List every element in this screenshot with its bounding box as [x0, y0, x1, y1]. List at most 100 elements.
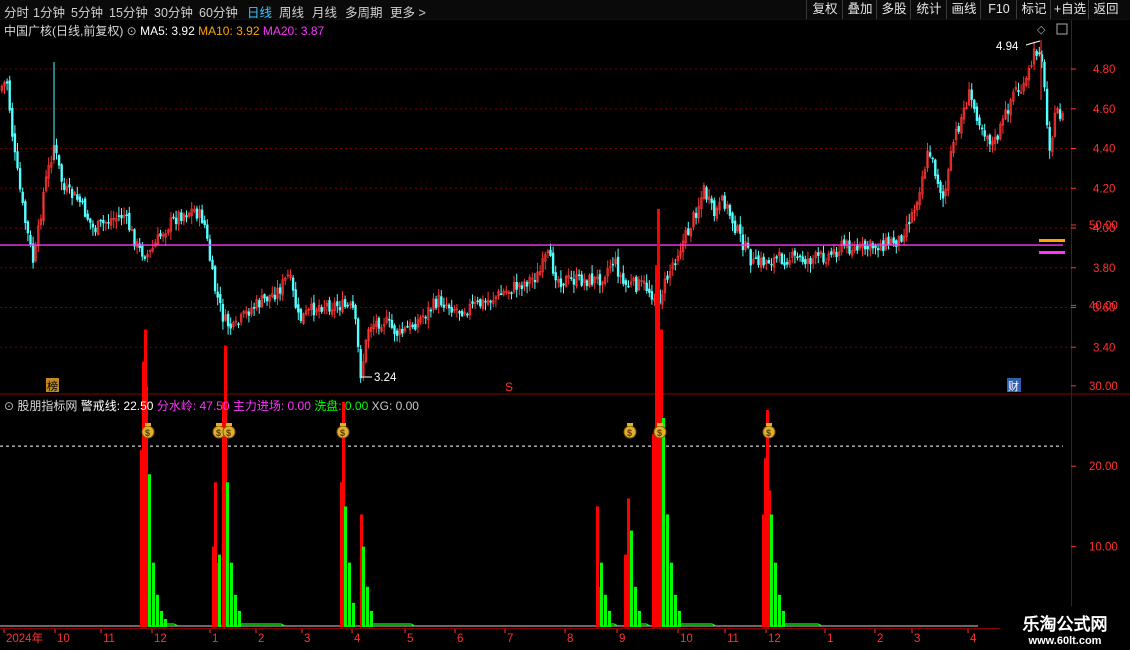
candle-body	[515, 281, 518, 290]
candle-body	[804, 259, 807, 265]
candle-body	[442, 304, 446, 308]
candle-body	[466, 313, 469, 316]
marker-finance-icon[interactable]: 财	[1007, 378, 1021, 393]
candle-body	[598, 274, 602, 286]
x-axis-label: 8	[567, 633, 573, 645]
wash-bar	[634, 586, 637, 627]
candle-body	[835, 251, 838, 258]
candle-body	[770, 263, 773, 266]
candle-body	[141, 245, 144, 257]
candle-body	[489, 300, 492, 303]
candle-body	[775, 256, 778, 259]
candle-body	[291, 277, 295, 291]
candle-body	[1035, 50, 1038, 56]
candle-body	[520, 285, 524, 290]
candle-body	[55, 144, 58, 154]
candle-body	[931, 157, 934, 160]
stock-chart-canvas[interactable]: 50.0040.0030.0020.0010.00 4.804.604.404.…	[0, 0, 1130, 650]
price-tick-label: 4.60	[1093, 104, 1115, 116]
wash-bar	[218, 554, 221, 627]
indicator-tick-label: 30.00	[1089, 381, 1118, 393]
candle-body	[713, 200, 716, 217]
x-axis-label: 6	[457, 633, 463, 645]
wash-bar	[778, 594, 781, 627]
indicator-name: 股朋指标网	[17, 399, 78, 413]
candle-body	[733, 220, 737, 233]
candle-body	[975, 106, 979, 121]
candle-body	[892, 237, 895, 244]
candle-body	[900, 235, 903, 242]
marker-s-icon[interactable]: S	[505, 380, 513, 394]
candle-body	[611, 263, 615, 266]
candle-body	[247, 311, 251, 316]
main-force-bar	[657, 208, 660, 628]
main-force-bar	[624, 554, 627, 627]
candle-body	[780, 253, 784, 265]
candle-body	[5, 81, 9, 84]
money-bag-icon[interactable]: $	[336, 423, 350, 439]
candle-body	[666, 275, 669, 280]
marker-bang-icon[interactable]: 榜	[46, 378, 59, 393]
indicator-legend: ⊙ 股朋指标网 警戒线: 22.50 分水岭: 47.50 主力进场: 0.00…	[4, 397, 419, 414]
indicator-settings-icon[interactable]: ⊙	[4, 399, 14, 413]
wash-bar	[362, 546, 365, 627]
candle-body	[754, 257, 758, 259]
candle-body	[627, 285, 630, 288]
candle-body	[57, 155, 61, 166]
ma20-swatch	[1039, 251, 1065, 254]
candle-body	[510, 292, 513, 294]
money-bag-icon[interactable]: $	[762, 423, 776, 439]
candle-body	[86, 213, 89, 220]
divide-line-label: 分水岭: 47.50	[156, 399, 230, 413]
candle-body	[908, 222, 911, 225]
candle-body	[117, 215, 121, 217]
candle-body	[458, 311, 461, 314]
candle-body	[728, 205, 732, 216]
diamond-icon[interactable]: ◇	[1037, 24, 1046, 36]
main-force-bar	[627, 498, 630, 627]
candle-body	[68, 184, 71, 188]
x-axis-label: 10	[680, 633, 693, 645]
wash-bar	[670, 562, 673, 627]
candle-body	[471, 301, 474, 304]
wash-bar	[148, 474, 151, 627]
candle-body	[796, 256, 799, 258]
candle-body	[299, 308, 303, 321]
candle-body	[273, 294, 277, 300]
candle-body	[936, 174, 940, 184]
candle-body	[401, 328, 404, 334]
wash-label: 洗盘: 0.00	[314, 399, 369, 413]
candle-body	[551, 252, 555, 274]
candle-body	[650, 291, 654, 300]
candle-body	[476, 300, 479, 303]
candle-body	[939, 181, 942, 193]
candle-body	[390, 319, 394, 328]
candle-body	[1038, 52, 1041, 55]
candle-body	[346, 304, 349, 307]
candle-body	[107, 222, 110, 224]
candle-body	[710, 198, 713, 204]
ma20-label: MA20: 3.87	[262, 24, 325, 38]
ma10-label: MA10: 3.92	[198, 24, 260, 38]
money-bag-icon[interactable]: $	[623, 423, 637, 439]
x-axis-label: 2	[877, 633, 883, 645]
candle-body	[996, 135, 999, 140]
settings-icon[interactable]: ⊙	[127, 24, 137, 38]
price-tick-label: 4.20	[1093, 183, 1115, 195]
price-tick-label: 3.60	[1093, 303, 1115, 315]
price-tick-label: 4.80	[1093, 64, 1115, 76]
svg-text:财: 财	[1008, 379, 1019, 393]
candle-body	[320, 307, 323, 312]
candle-body	[226, 313, 230, 327]
candle-body	[1048, 126, 1051, 151]
candle-body	[887, 236, 890, 245]
price-tick-label: 4.00	[1093, 223, 1115, 235]
candle-body	[31, 243, 35, 263]
panel-toggle-icon[interactable]	[1056, 23, 1068, 35]
candle-body	[783, 262, 786, 266]
high-price-label: 4.94	[996, 41, 1019, 53]
x-axis-label: 9	[619, 633, 625, 645]
candle-body	[221, 303, 225, 322]
candle-body	[8, 80, 11, 111]
main-legend: 中国广核(日线,前复权) ⊙ MA5: 3.92 MA10: 3.92 MA20…	[4, 22, 324, 39]
